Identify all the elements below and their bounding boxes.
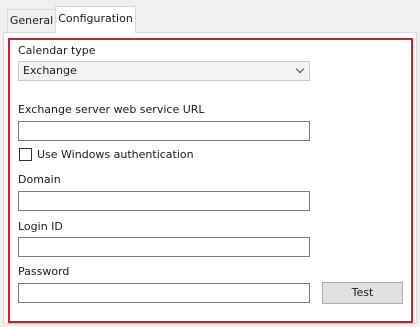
tab-general[interactable]: General — [7, 9, 56, 32]
calendar-type-label: Calendar type — [18, 44, 96, 57]
tab-bar: General Configuration — [0, 0, 420, 33]
windows-auth-checkbox[interactable] — [19, 148, 32, 161]
password-label: Password — [18, 265, 70, 278]
tab-configuration[interactable]: Configuration — [55, 6, 136, 33]
chevron-down-icon — [295, 64, 305, 74]
calendar-type-dropdown[interactable]: Exchange — [18, 61, 310, 81]
domain-label: Domain — [18, 173, 61, 186]
test-button[interactable]: Test — [322, 282, 403, 304]
login-id-label: Login ID — [18, 220, 63, 233]
url-label: Exchange server web service URL — [18, 103, 205, 116]
login-id-input[interactable] — [18, 237, 310, 257]
url-input[interactable] — [18, 121, 310, 141]
domain-input[interactable] — [18, 191, 310, 211]
calendar-type-value: Exchange — [23, 64, 77, 77]
password-input[interactable] — [18, 283, 310, 303]
windows-auth-label[interactable]: Use Windows authentication — [37, 148, 194, 161]
